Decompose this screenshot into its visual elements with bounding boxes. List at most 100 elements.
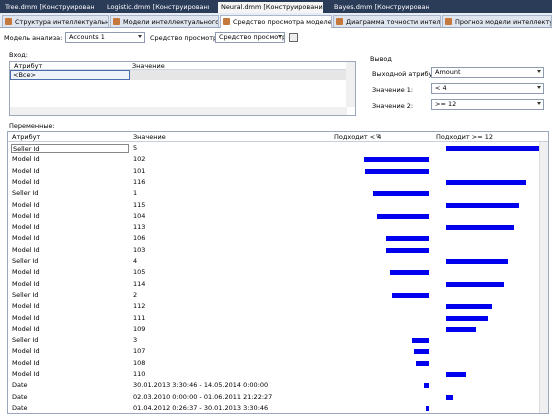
refresh-icon[interactable] xyxy=(289,33,298,42)
variables-row[interactable]: Model Id 110 xyxy=(8,369,538,380)
row-value: 101 xyxy=(133,166,146,175)
input-vertical-scrollbar[interactable] xyxy=(346,62,355,107)
variables-row[interactable]: Date 02.03.2010 0:00:00 - 01.06.2011 21:2… xyxy=(8,392,538,403)
variables-row[interactable]: Model Id 112 xyxy=(8,301,538,312)
row-value: 112 xyxy=(133,302,146,311)
row-value: 111 xyxy=(133,313,146,322)
variables-row[interactable]: Model Id 101 xyxy=(8,166,538,177)
variables-row[interactable]: Model Id 114 xyxy=(8,279,538,290)
output-attribute-select[interactable]: Amount xyxy=(431,67,544,78)
doc-tab-tree[interactable]: Tree.dmm [Конструирование] xyxy=(2,2,94,13)
row-value: 105 xyxy=(133,268,146,277)
favors-value1-bar xyxy=(414,349,429,355)
favors-value2-bar xyxy=(446,202,519,208)
input-attribute-cell[interactable]: <Все> xyxy=(10,70,130,80)
row-attribute: Model Id xyxy=(12,177,40,186)
doc-tab-neural[interactable]: Neural.dmm [Конструирование] xyxy=(218,2,323,13)
variables-row[interactable]: Model Id 102 xyxy=(8,154,538,165)
input-grid[interactable]: Атрибут Значение <Все> xyxy=(9,61,356,116)
row-value: 106 xyxy=(133,234,146,243)
col-attribute[interactable]: Атрибут xyxy=(12,133,40,141)
favors-value2-bar xyxy=(446,225,514,231)
favors-value1-bar xyxy=(390,270,429,276)
favors-value1-bar xyxy=(373,191,429,197)
viewer-icon xyxy=(223,18,230,25)
variables-row[interactable]: Seller Id 5 xyxy=(8,143,546,154)
input-horizontal-scrollbar[interactable] xyxy=(10,107,347,115)
variables-row[interactable]: Model Id 113 xyxy=(8,222,538,233)
favors-value2-bar xyxy=(446,281,504,287)
row-value: 113 xyxy=(133,223,146,232)
favors-value2-bar xyxy=(446,315,488,321)
variables-row[interactable]: Date 01.04.2012 0:26:37 - 30.01.2013 3:30… xyxy=(8,403,538,413)
chevron-down-icon xyxy=(138,35,142,38)
row-value: 109 xyxy=(133,324,146,333)
favors-value1-bar xyxy=(364,157,429,163)
variables-row[interactable]: Model Id 111 xyxy=(8,313,538,324)
row-attribute: Model Id xyxy=(12,234,40,243)
row-attribute: Model Id xyxy=(12,268,40,277)
variables-row[interactable]: Seller Id 2 xyxy=(8,290,538,301)
variables-row[interactable]: Date 30.01.2013 3:30:46 - 14.05.2014 0:00… xyxy=(8,380,538,391)
row-value: 02.03.2010 0:00:00 - 01.06.2011 21:22:27 xyxy=(133,392,273,401)
tab-prediction[interactable]: Прогноз модели интеллектуальн... xyxy=(442,15,552,27)
chevron-down-icon xyxy=(537,102,541,105)
variables-row[interactable]: Seller Id 4 xyxy=(8,256,538,267)
variables-row[interactable]: Seller Id 1 xyxy=(8,188,538,199)
row-attribute: Model Id xyxy=(12,166,40,175)
variables-row[interactable]: Model Id 109 xyxy=(8,324,538,335)
favors-value1-bar xyxy=(392,292,429,298)
tab-mining-structure[interactable]: Структура интеллектуального ... xyxy=(2,15,109,27)
tab-accuracy-chart[interactable]: Диаграмма точности интеллек... xyxy=(333,15,441,27)
viewer-select[interactable]: Средство просмотра н xyxy=(215,32,285,43)
row-attribute: Model Id xyxy=(12,302,40,311)
variables-row[interactable]: Seller Id 3 xyxy=(8,335,538,346)
row-attribute: Seller Id xyxy=(12,290,39,299)
sort-desc-icon[interactable]: ▿ xyxy=(376,132,379,140)
input-value-cell[interactable] xyxy=(130,70,355,80)
variables-row[interactable]: Model Id 106 xyxy=(8,233,538,244)
favors-value1-bar xyxy=(386,247,429,253)
row-value: 01.04.2012 0:26:37 - 30.01.2013 3:30:46 xyxy=(133,403,269,412)
favors-value2-bar xyxy=(446,304,492,310)
input-col-attribute: Атрибут xyxy=(14,62,43,70)
variables-grid-header: Атрибут Значение Подходит < 4 ▿ Подходит… xyxy=(8,132,548,142)
favors-value2-bar xyxy=(446,372,466,377)
variables-row[interactable]: Model Id 105 xyxy=(8,267,538,278)
value2-select[interactable]: >= 12 xyxy=(431,99,544,110)
row-attribute: Date xyxy=(12,392,28,401)
row-attribute: Model Id xyxy=(12,313,40,322)
variables-grid: Атрибут Значение Подходит < 4 ▿ Подходит… xyxy=(7,131,549,414)
row-value: 108 xyxy=(133,358,146,367)
tab-model-viewer[interactable]: Средство просмотра моделей ... xyxy=(220,15,332,28)
value1-select[interactable]: < 4 xyxy=(431,83,544,94)
row-value: 110 xyxy=(133,370,146,378)
col-favors-2[interactable]: Подходит >= 12 xyxy=(436,133,493,141)
variables-vertical-scrollbar[interactable] xyxy=(539,142,548,413)
variables-row[interactable]: Model Id 108 xyxy=(8,358,538,369)
variables-row[interactable]: Model Id 103 xyxy=(8,245,538,256)
input-section-label: Вход: xyxy=(9,51,28,59)
favors-value2-bar xyxy=(446,326,476,332)
row-value: 116 xyxy=(133,177,146,186)
favors-value2-bar xyxy=(446,146,546,151)
col-favors-1[interactable]: Подходит < 4 xyxy=(334,133,381,141)
tab-mining-models[interactable]: Модели интеллектуального ан... xyxy=(110,15,219,27)
variables-row[interactable]: Model Id 104 xyxy=(8,211,538,222)
row-value: 114 xyxy=(133,279,146,288)
chevron-down-icon xyxy=(278,35,282,38)
favors-value1-bar xyxy=(426,405,429,411)
variables-row[interactable]: Model Id 107 xyxy=(8,346,538,357)
col-value[interactable]: Значение xyxy=(133,133,166,141)
mining-model-select[interactable]: Accounts 1 xyxy=(65,32,145,43)
output-attribute-label: Выходной атрибут: xyxy=(372,70,439,78)
document-tab-strip: Tree.dmm [Конструирование] Logistic.dmm … xyxy=(0,0,552,13)
variables-row[interactable]: Model Id 116 xyxy=(8,177,538,188)
row-attribute: Model Id xyxy=(12,358,40,367)
row-value: 107 xyxy=(133,347,146,356)
favors-value2-bar xyxy=(446,394,453,400)
doc-tab-logistic[interactable]: Logistic.dmm [Конструирование] xyxy=(104,2,209,13)
variables-row[interactable]: Model Id 115 xyxy=(8,200,538,211)
doc-tab-bayes[interactable]: Bayes.dmm [Конструирование] xyxy=(331,2,429,13)
row-attribute: Model Id xyxy=(12,245,40,254)
